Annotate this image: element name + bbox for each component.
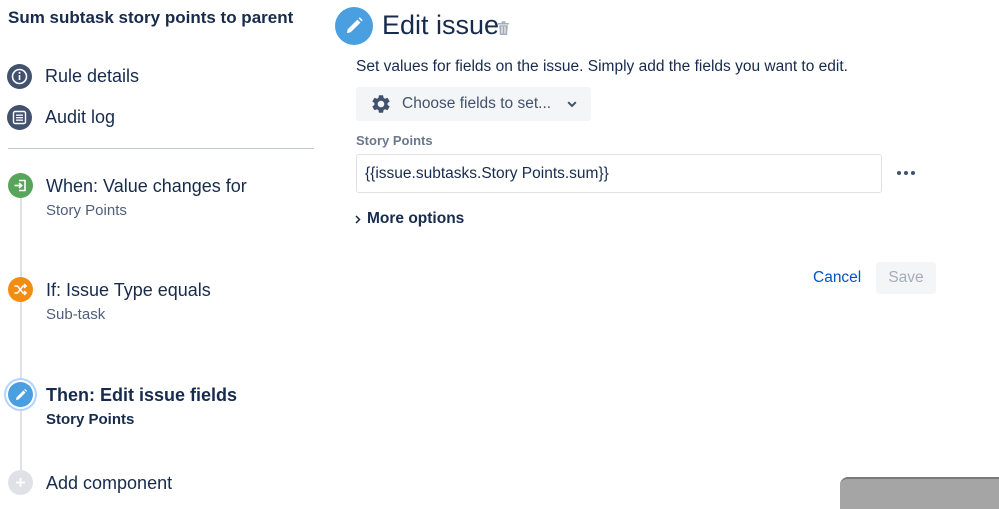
rule-title: Sum subtask story points to parent	[8, 8, 294, 27]
edit-description: Set values for fields on the issue. Simp…	[356, 58, 848, 75]
timeline-line	[20, 196, 22, 492]
nav-item-audit-log[interactable]: Audit log	[7, 104, 115, 130]
info-icon	[7, 63, 32, 89]
cancel-button[interactable]: Cancel	[804, 262, 870, 294]
chevron-down-icon	[567, 100, 577, 108]
edit-issue-icon	[335, 7, 373, 45]
trash-icon[interactable]	[497, 21, 510, 41]
save-button[interactable]: Save	[876, 262, 936, 294]
shuffle-icon[interactable]	[8, 277, 33, 302]
add-component-button[interactable]: Add component	[46, 473, 172, 494]
nav-item-label: Audit log	[45, 106, 116, 127]
divider	[8, 148, 314, 149]
plus-icon[interactable]	[8, 470, 33, 495]
gear-icon	[370, 93, 392, 115]
step-condition-subtitle: Sub-task	[46, 306, 106, 323]
more-options-toggle[interactable]: More options	[355, 210, 464, 228]
choose-fields-dropdown[interactable]: Choose fields to set...	[356, 87, 591, 121]
chevron-right-icon	[355, 214, 361, 224]
nav-item-label: Rule details	[45, 65, 140, 86]
nav-item-rule-details[interactable]: Rule details	[7, 63, 139, 89]
step-condition-title[interactable]: If: Issue Type equals	[46, 280, 211, 301]
story-points-input[interactable]	[356, 154, 882, 193]
step-trigger-subtitle: Story Points	[46, 202, 127, 219]
list-icon	[7, 104, 32, 130]
step-trigger-title[interactable]: When: Value changes for	[46, 176, 247, 197]
page-title: Edit issue	[382, 10, 500, 40]
step-action-subtitle: Story Points	[46, 411, 135, 428]
more-options-label: More options	[367, 210, 465, 227]
trigger-icon[interactable]	[8, 173, 33, 198]
pencil-icon[interactable]	[8, 382, 33, 407]
choose-fields-label: Choose fields to set...	[402, 95, 552, 112]
story-points-label: Story Points	[356, 133, 433, 148]
step-action-title[interactable]: Then: Edit issue fields	[46, 385, 237, 406]
overlay-window-edge	[840, 477, 999, 509]
more-actions-icon[interactable]	[893, 160, 919, 186]
